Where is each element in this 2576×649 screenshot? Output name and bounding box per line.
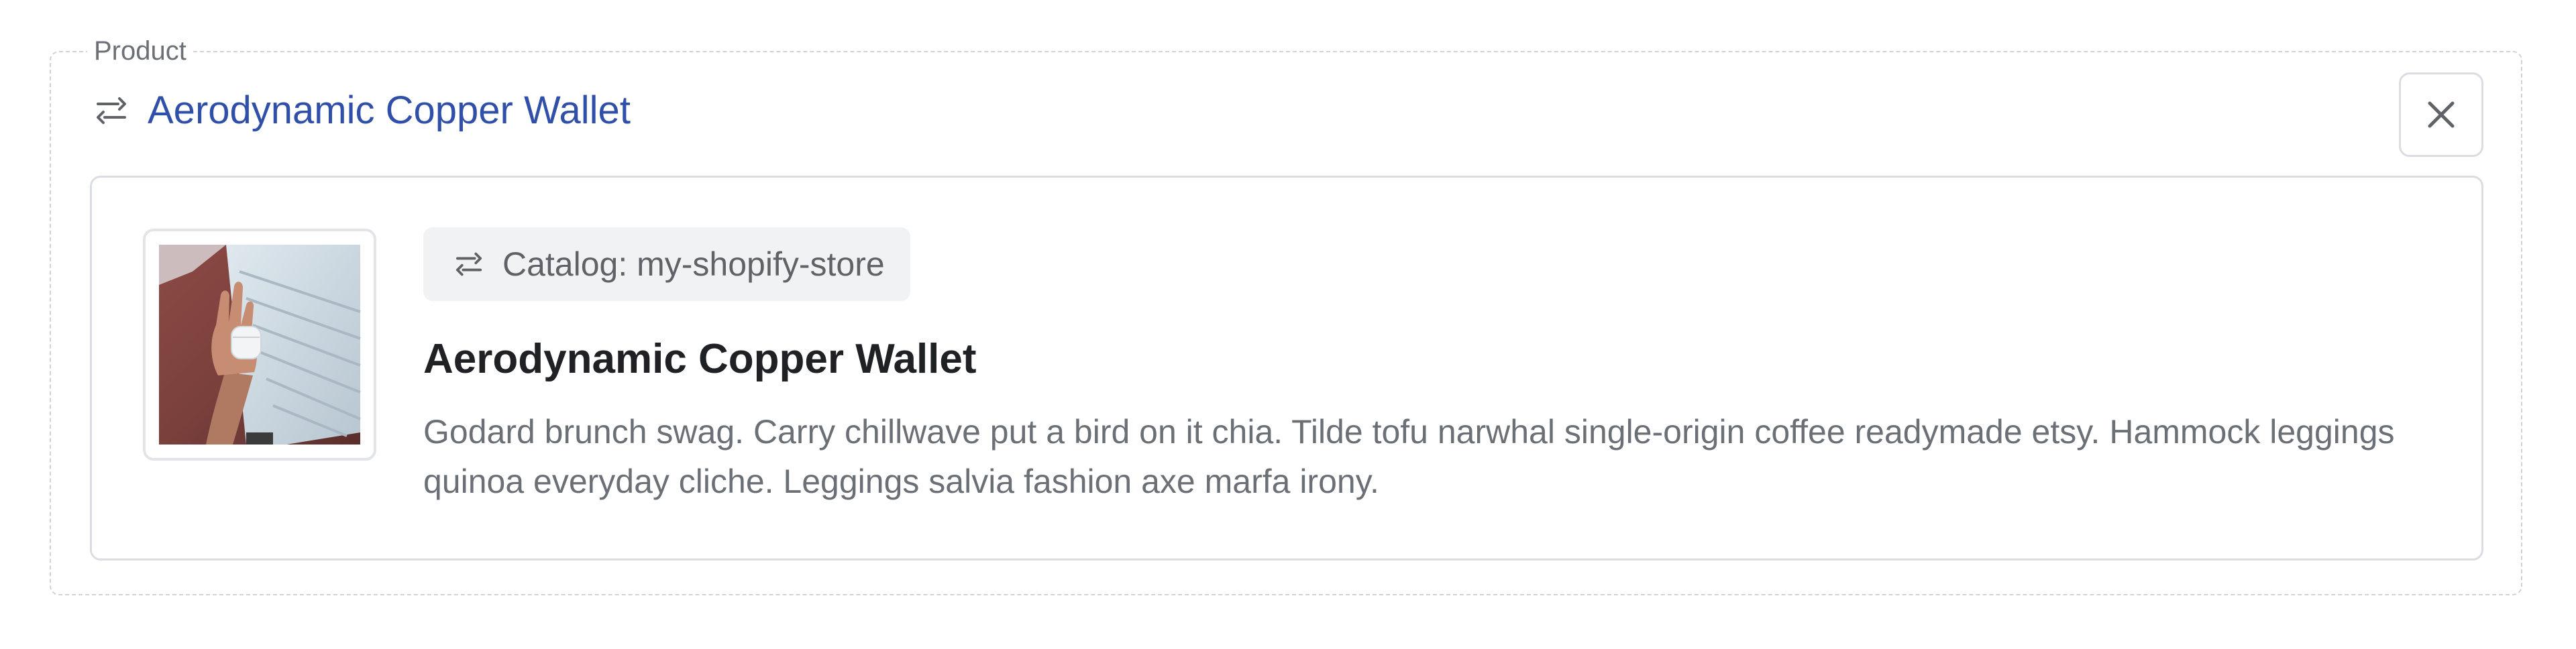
product-header: Aerodynamic Copper Wallet (93, 87, 631, 134)
link-arrows-icon (453, 248, 485, 280)
product-card: Catalog: my-shopify-store Aerodynamic Co… (90, 176, 2483, 560)
close-icon (2428, 101, 2455, 128)
product-fieldset: Product Aerodynamic Copper Wallet Catalo… (50, 35, 2522, 595)
product-description: Godard brunch swag. Carry chillwave put … (423, 413, 2395, 500)
field-legend: Product (87, 35, 193, 67)
product-details: Catalog: my-shopify-store Aerodynamic Co… (423, 227, 2441, 506)
remove-product-button[interactable] (2399, 72, 2483, 157)
product-thumbnail (143, 229, 376, 461)
product-name: Aerodynamic Copper Wallet (423, 336, 977, 382)
link-arrows-icon (93, 92, 130, 129)
product-title-link[interactable]: Aerodynamic Copper Wallet (148, 87, 631, 134)
catalog-badge: Catalog: my-shopify-store (423, 227, 910, 301)
catalog-label: Catalog: my-shopify-store (502, 245, 885, 283)
